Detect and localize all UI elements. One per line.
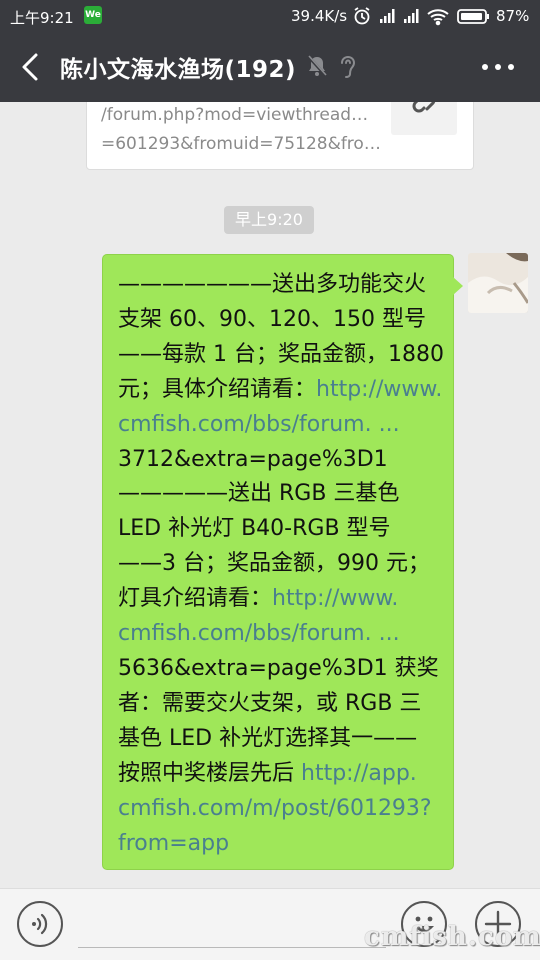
message-line: 者：需要交火支架，或 RGB 三 [118, 690, 422, 716]
message-line: 5636&extra=page%3D1 获奖 [118, 655, 439, 681]
more-icon[interactable] [480, 62, 516, 72]
message-link[interactable]: http://app. [301, 761, 417, 786]
message-text-segment: 灯具介绍请看： [118, 586, 273, 612]
message-line: 灯具介绍请看：http://www. [118, 582, 443, 617]
chat-header: 陈小文海水渔场(192) [0, 32, 540, 102]
back-arrow-icon[interactable] [18, 52, 42, 82]
link-card-url-line: =601293&fromuid=75128&from... [101, 134, 381, 154]
message-timestamp: 早上9:20 [224, 206, 314, 234]
battery-icon [457, 9, 489, 24]
signal-icon [380, 9, 395, 23]
link-card-url: /forum.php?mod=viewthread&tid =601293&fr… [101, 102, 381, 159]
message-bubble[interactable]: ———————送出多功能交火 支架 60、90、120、150 型号 ——每款 … [102, 254, 463, 870]
signal-icon-2 [404, 9, 419, 23]
link-card-url-line: /forum.php?mod=viewthread&tid [101, 105, 381, 125]
message-link[interactable]: http://www. [316, 377, 442, 402]
link-icon [412, 102, 436, 113]
voice-icon [32, 913, 48, 935]
status-time: 上午9:21 [10, 9, 74, 27]
message-link[interactable]: cmfish.com/m/post/601293? [118, 792, 443, 827]
chat-area[interactable]: /forum.php?mod=viewthread&tid =601293&fr… [0, 102, 540, 888]
message-text-segment: 按照中奖楼层先后 [118, 760, 301, 786]
message-line: —————送出 RGB 三基色 [118, 481, 400, 507]
wifi-icon [427, 9, 449, 26]
message-line: ——3 台；奖品金额，990 元； [118, 551, 430, 577]
message-input[interactable] [78, 947, 386, 948]
message-text: ———————送出多功能交火 支架 60、90、120、150 型号 ——每款 … [118, 268, 444, 862]
link-card[interactable]: /forum.php?mod=viewthread&tid =601293&fr… [86, 102, 474, 170]
mute-bell-icon [306, 54, 328, 78]
wechat-notification-icon: We [84, 6, 102, 24]
message-line: 支架 60、90、120、150 型号 [118, 306, 426, 332]
message-line: 基色 LED 补光灯选择其一—— [118, 725, 418, 751]
message-line: LED 补光灯 B40-RGB 型号 [118, 516, 391, 542]
alarm-icon [354, 7, 370, 25]
message-line: ———————送出多功能交火 [118, 272, 427, 297]
watermark: cmfish.com [364, 922, 540, 952]
message-link[interactable]: cmfish.com/bbs/forum. ... [118, 617, 443, 652]
battery-percent: 87% [496, 7, 530, 25]
message-line: ——每款 1 台；奖品金额，1880 [118, 341, 444, 367]
chat-title: 陈小文海水渔场(192) [60, 57, 297, 83]
message-link[interactable]: http://www. [272, 586, 398, 611]
message-link[interactable]: cmfish.com/bbs/forum. ... [118, 408, 443, 443]
message-line: 按照中奖楼层先后 http://app. [118, 757, 443, 792]
avatar[interactable] [468, 253, 528, 313]
earpiece-icon [341, 55, 356, 78]
message-line: 3712&extra=page%3D1 [118, 446, 388, 472]
network-speed: 39.4K/s [291, 7, 348, 25]
status-icons [354, 7, 489, 26]
link-thumbnail [391, 102, 457, 135]
message-line: 元；具体介绍请看：http://www. [118, 373, 443, 408]
message-text-segment: 元；具体介绍请看： [118, 376, 317, 402]
status-bar: 上午9:21 We 39.4K/s 87% [0, 0, 540, 32]
voice-button[interactable] [17, 901, 63, 947]
message-link[interactable]: from=app [118, 827, 443, 862]
